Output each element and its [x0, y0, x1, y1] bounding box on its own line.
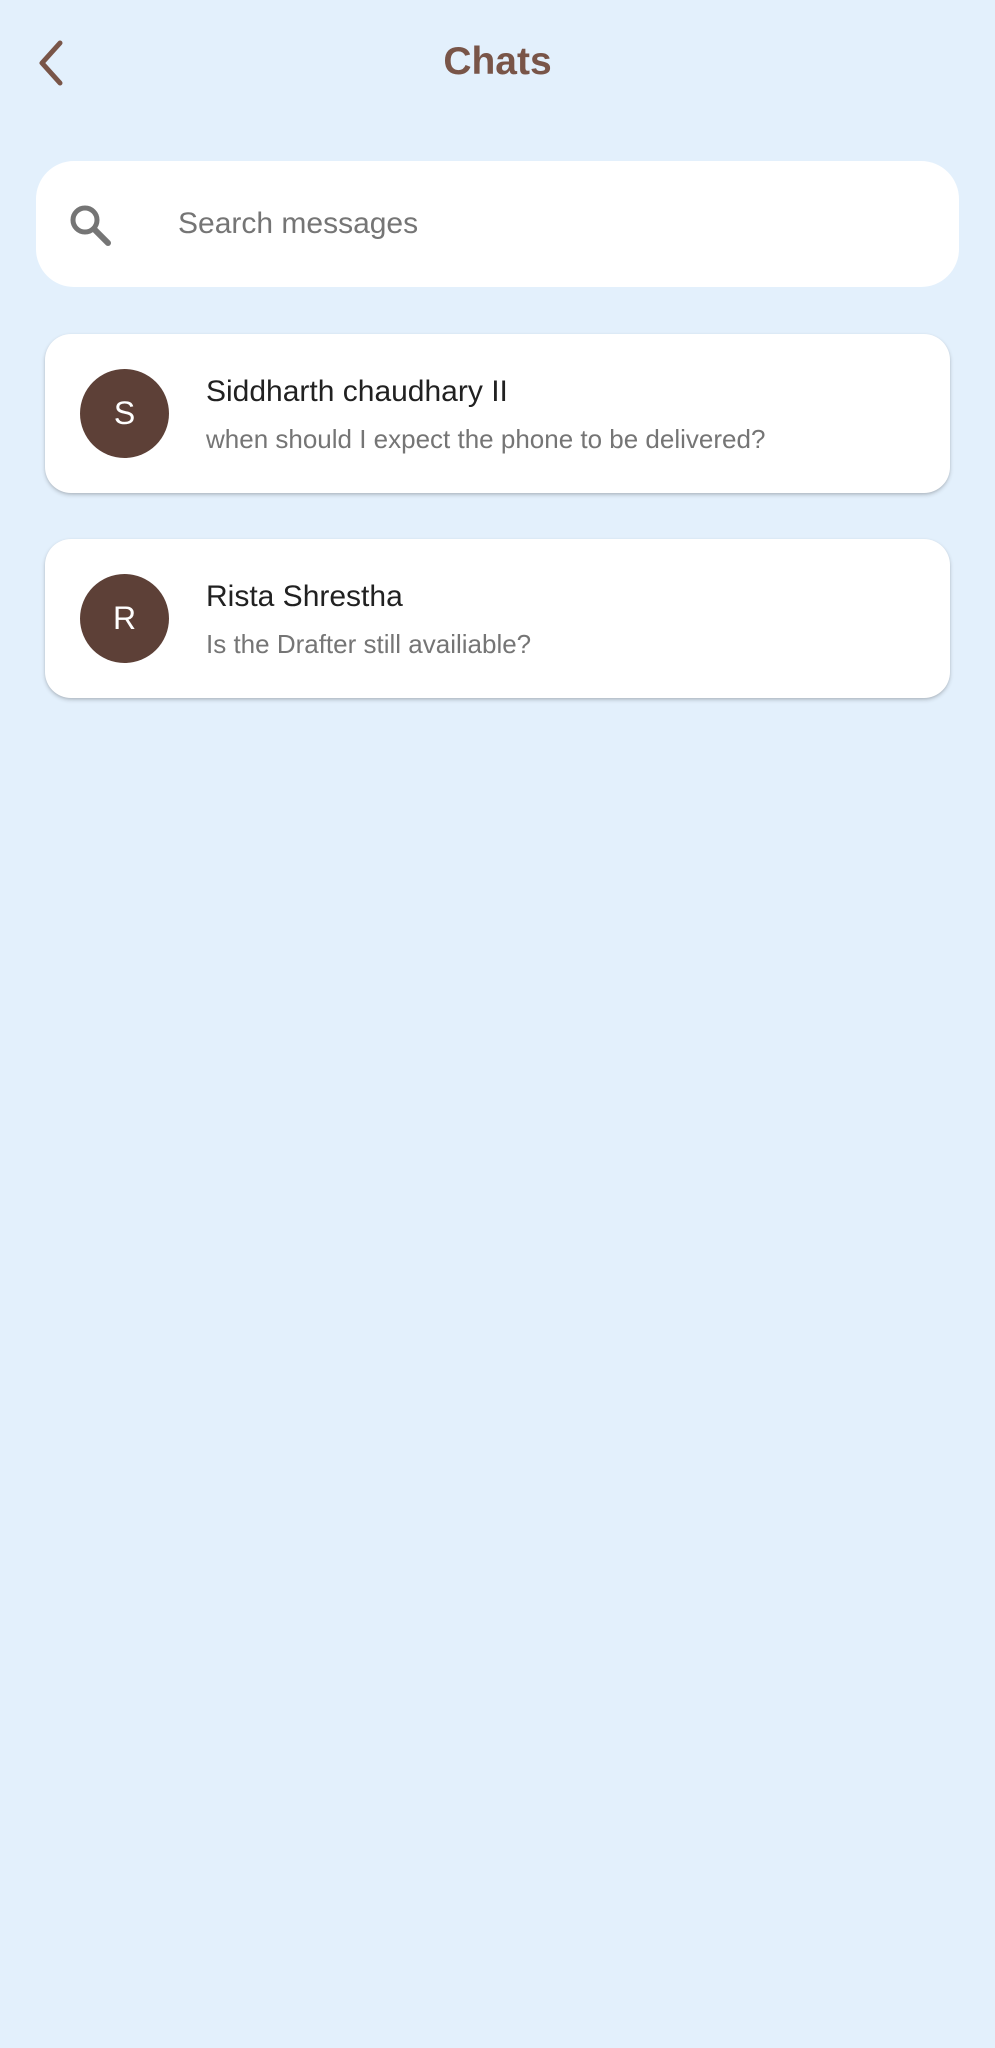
search-input[interactable]	[142, 161, 922, 287]
search-bar[interactable]	[36, 161, 959, 287]
avatar: S	[80, 369, 169, 458]
page-title: Chats	[443, 40, 552, 83]
avatar: R	[80, 574, 169, 663]
search-icon	[70, 205, 111, 246]
chat-name: Rista Shrestha	[206, 580, 403, 613]
app-bar: Chats	[0, 0, 995, 126]
chat-last-message: when should I expect the phone to be del…	[206, 424, 766, 454]
chat-last-message: Is the Drafter still availiable?	[206, 629, 532, 659]
chat-item[interactable]: S Siddharth chaudhary II when should I e…	[45, 334, 950, 493]
chat-name: Siddharth chaudhary II	[206, 375, 508, 408]
chat-item[interactable]: R Rista Shrestha Is the Drafter still av…	[45, 539, 950, 698]
chat-list: S Siddharth chaudhary II when should I e…	[45, 334, 950, 744]
